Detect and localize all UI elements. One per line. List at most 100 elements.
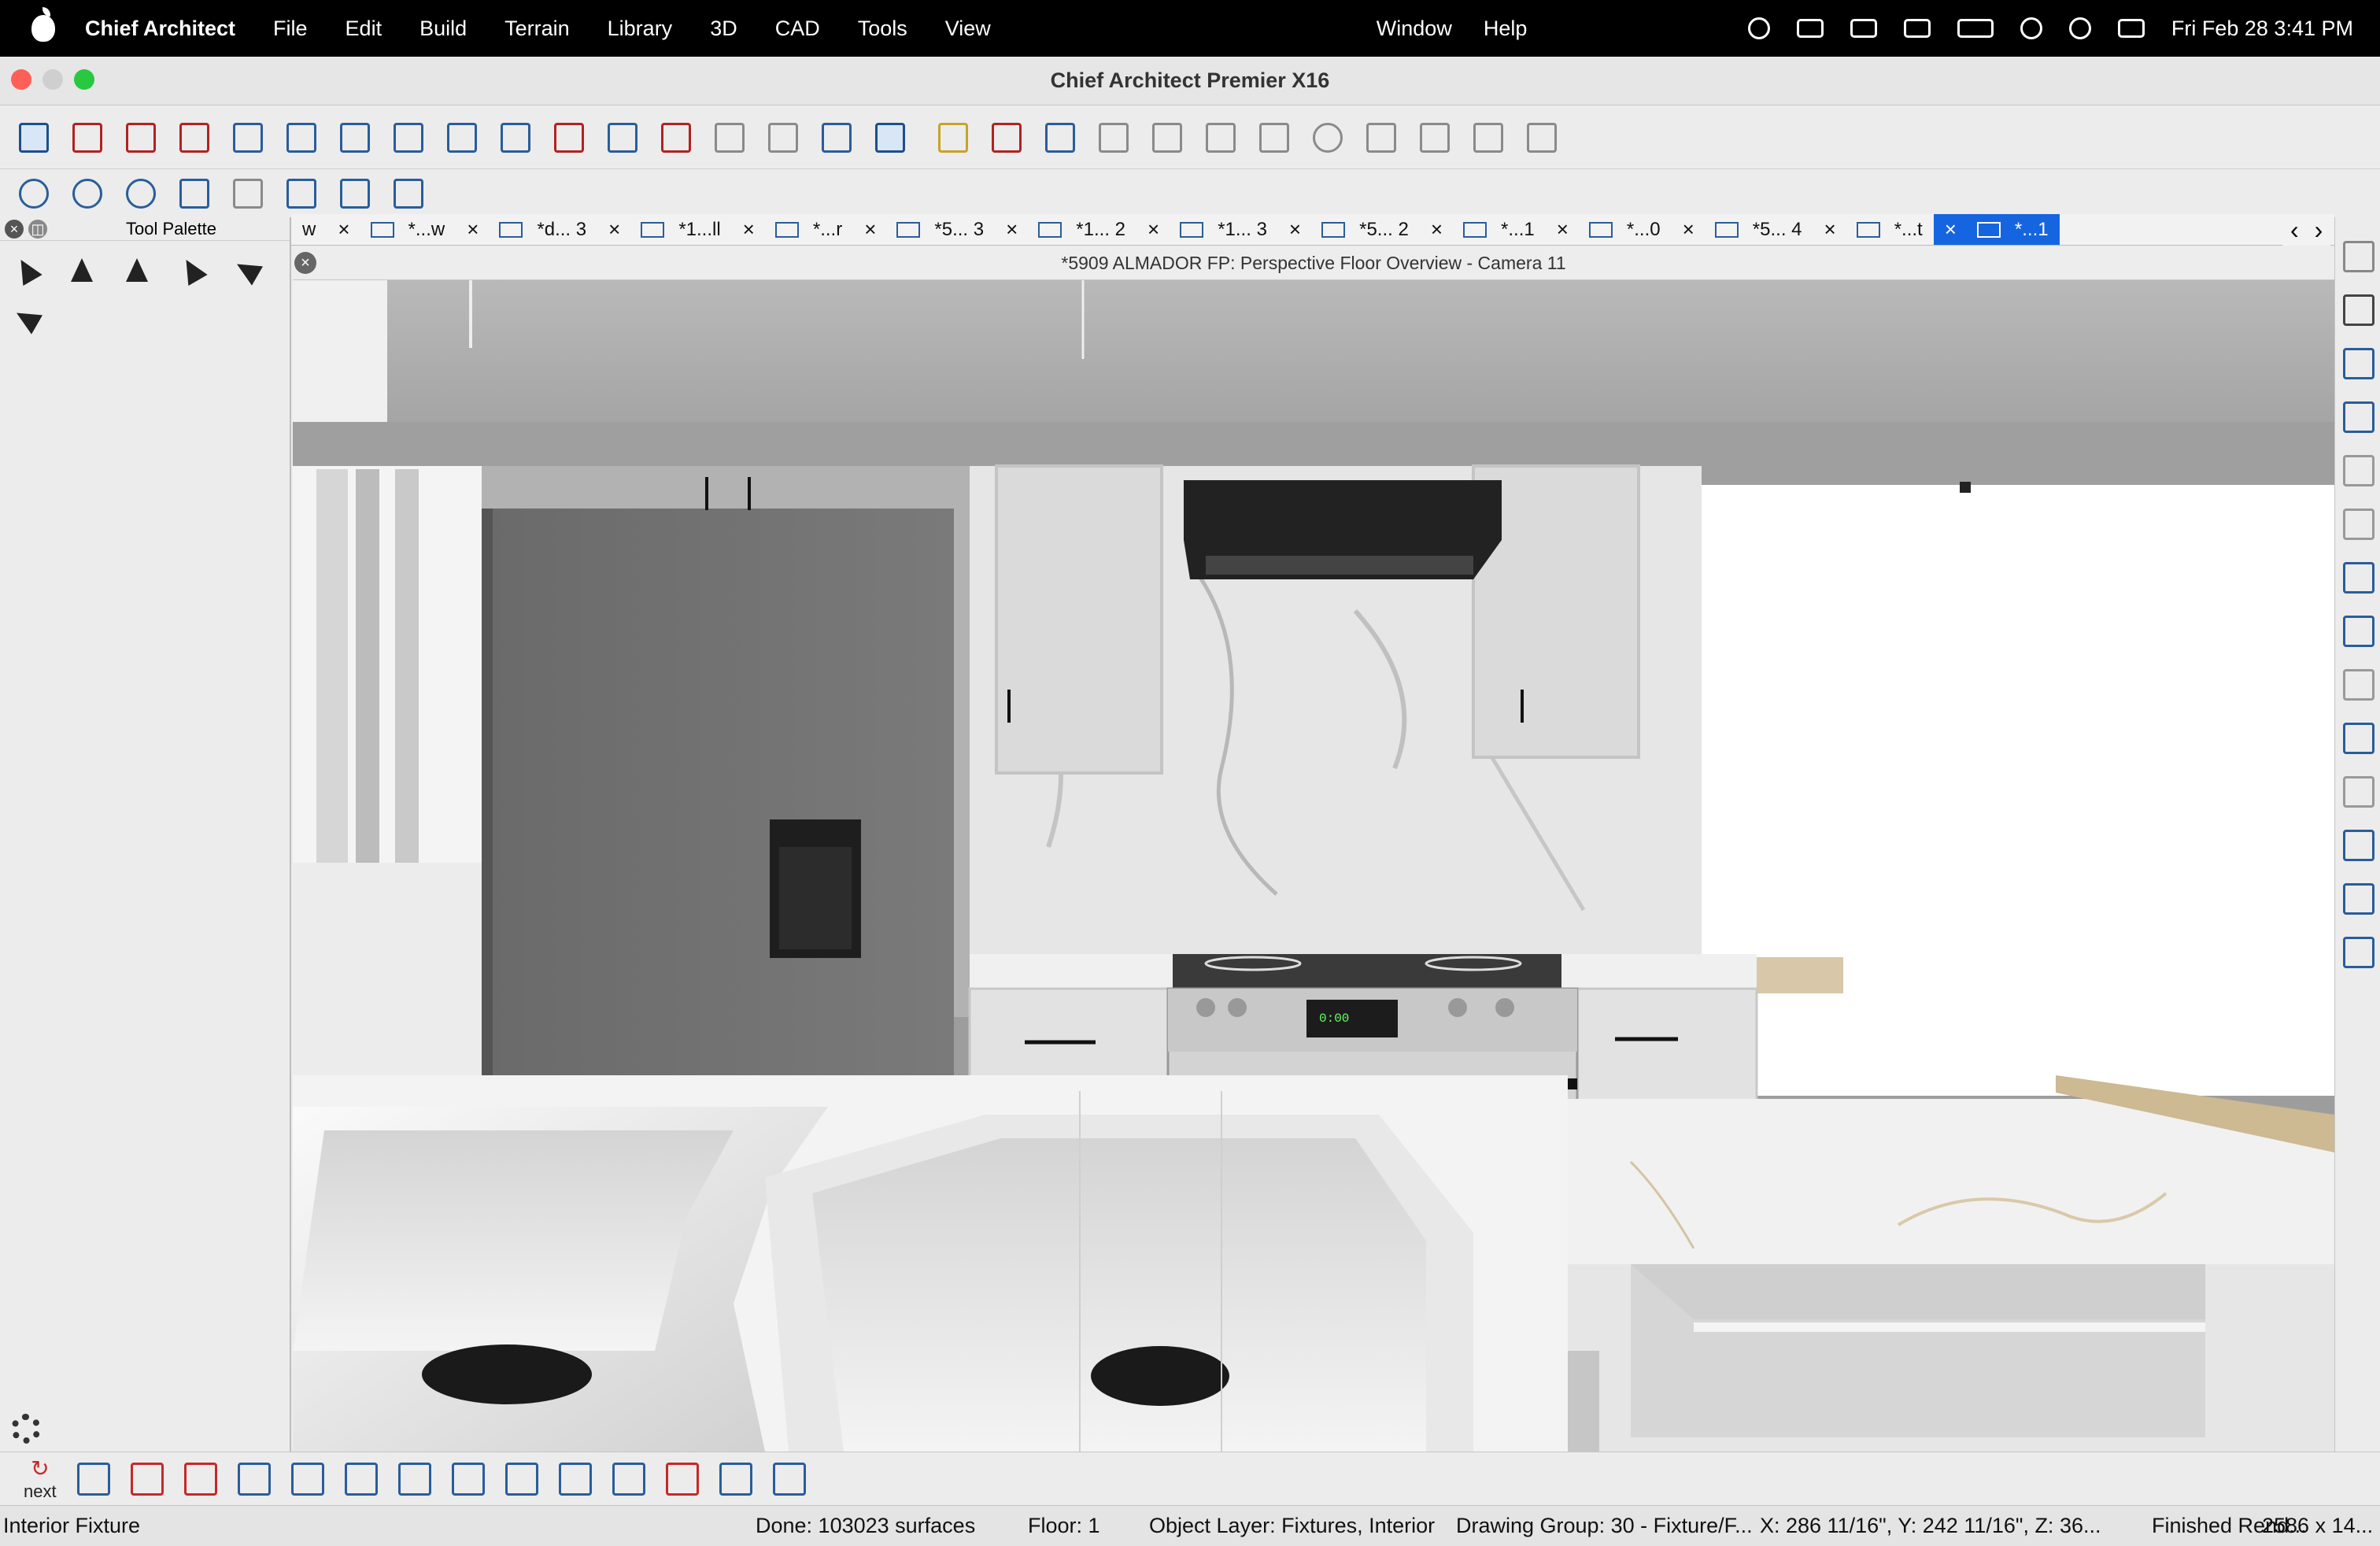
zoom-window-button[interactable] [74,69,94,90]
center-object-icon[interactable] [344,1462,378,1496]
build-house-button[interactable] [549,118,589,157]
replace-object-icon[interactable] [397,1462,431,1496]
tab-close-icon[interactable]: × [608,217,620,242]
next-button[interactable]: ↻ next [24,1455,57,1502]
tab-prev-icon[interactable]: ‹ [2290,216,2299,245]
layers-icon[interactable] [2343,241,2374,272]
dimension-tool-button[interactable] [933,118,973,157]
menu-help[interactable]: Help [1484,17,1528,41]
tab-close-icon[interactable]: × [864,217,876,242]
gamepad-icon[interactable] [1796,19,1824,38]
perspective-3d-view[interactable]: 0:00 [293,280,2334,1452]
menu-tools[interactable]: Tools [858,17,907,41]
tab-view-10[interactable]: × *...1 [1420,214,1546,245]
tab-close-icon[interactable]: × [467,217,479,242]
tab-view-13[interactable]: × *...t [1813,214,1934,245]
layout-tool-button[interactable] [1469,118,1508,157]
link-icon[interactable] [2020,17,2042,39]
zoom-in-button[interactable] [68,174,107,213]
tab-close-icon[interactable]: × [1148,217,1159,242]
tab-view-5[interactable]: × *...r [732,214,854,245]
library-object-icon[interactable] [130,1462,164,1496]
tab-view-9[interactable]: × *5... 2 [1278,214,1420,245]
tab-view-2[interactable]: × *...w [327,214,456,245]
search-icon[interactable] [2068,17,2091,39]
zoom-detail-icon[interactable] [2343,509,2374,540]
tab-close-icon[interactable]: × [1557,217,1569,242]
framing-tool-button[interactable] [603,118,642,157]
text-tool-button[interactable] [1040,118,1080,157]
text-style-button[interactable] [987,118,1026,157]
minimize-window-button[interactable] [42,69,63,90]
railing-tool-button[interactable] [121,118,161,157]
select-same-icon[interactable] [451,1462,485,1496]
menu-cad[interactable]: CAD [775,17,820,41]
tab-view-3[interactable]: × *d... 3 [456,214,597,245]
orbit-camera-icon[interactable] [11,254,47,290]
palette-settings-gear-icon[interactable] [11,1414,41,1444]
room-tool-button[interactable] [335,118,375,157]
palette-close-icon[interactable]: × [5,219,24,239]
tab-close-icon[interactable]: × [1006,217,1018,242]
delete-object-icon[interactable] [183,1462,217,1496]
tab-close-icon[interactable]: × [1824,217,1836,242]
view-close-icon[interactable]: × [294,252,316,274]
group-select-icon[interactable] [504,1462,538,1496]
menu-library[interactable]: Library [608,17,673,41]
tab-next-icon[interactable]: › [2315,216,2323,245]
close-window-button[interactable] [11,69,31,90]
add-plus-icon[interactable] [2343,294,2374,326]
rendered-kitchen-scene[interactable]: 0:00 [293,280,2334,1452]
deck-tool-button[interactable] [656,118,696,157]
grid-icon[interactable] [2343,776,2374,808]
point-to-point-move-icon[interactable] [237,1462,271,1496]
battery-icon[interactable] [1957,19,1994,38]
material-edit-icon[interactable] [2343,937,2374,968]
tab-view-11[interactable]: × *...0 [1546,214,1672,245]
frame-icon[interactable] [2343,455,2374,486]
tab-view-12[interactable]: × *5... 4 [1672,214,1813,245]
tab-view-1[interactable]: w [291,214,327,245]
tab-close-icon[interactable]: × [338,217,349,242]
fill-window-all-button[interactable] [335,174,375,213]
spline-tool-button[interactable] [1415,118,1454,157]
edit-checklist-icon[interactable] [2343,616,2374,647]
select-objects-button[interactable] [14,118,54,157]
palette-detach-icon[interactable]: ◫ [28,219,47,239]
cad-polygon-button[interactable] [1094,118,1133,157]
pan-hand-icon[interactable] [68,255,102,290]
window-tool-button[interactable] [282,118,321,157]
menu-edit[interactable]: Edit [346,17,382,41]
convert-icon[interactable] [612,1462,645,1496]
line-tool-button[interactable] [1201,118,1240,157]
align-icon[interactable] [2343,401,2374,433]
undo-zoom-button[interactable] [175,174,214,213]
delete-x-button[interactable] [1148,118,1187,157]
stairs-tool-button[interactable] [442,118,482,157]
menu-window[interactable]: Window [1377,17,1452,41]
tilt-camera-icon[interactable] [176,254,213,290]
wall-tool-button[interactable] [68,118,107,157]
open-symbol-icon[interactable] [558,1462,592,1496]
control-center-icon[interactable] [2117,19,2145,38]
tab-view-14-active[interactable]: × *...1 [1933,214,2060,245]
cabinet-tool-button[interactable] [175,118,214,157]
zoom-out-button[interactable] [121,174,161,213]
edit-arc-icon[interactable] [2343,669,2374,701]
tab-close-icon[interactable]: × [1431,217,1443,242]
display-icon[interactable] [1850,19,1877,38]
menu-view[interactable]: View [945,17,991,41]
fixture-tool-button[interactable] [817,118,856,157]
roof-tool-button[interactable] [496,118,535,157]
edit-line-icon[interactable] [2343,562,2374,594]
menu-build[interactable]: Build [419,17,467,41]
fingerprint-icon[interactable] [1747,17,1770,39]
tab-close-icon[interactable]: × [743,217,755,242]
add-to-library-icon[interactable] [719,1462,752,1496]
pan-window-button[interactable] [389,174,428,213]
3d-view-button[interactable] [870,118,910,157]
move-camera-icon[interactable] [123,255,157,290]
fill-window-button[interactable] [228,174,268,213]
open-object-icon[interactable] [76,1462,110,1496]
tab-view-6[interactable]: × *5... 3 [853,214,995,245]
